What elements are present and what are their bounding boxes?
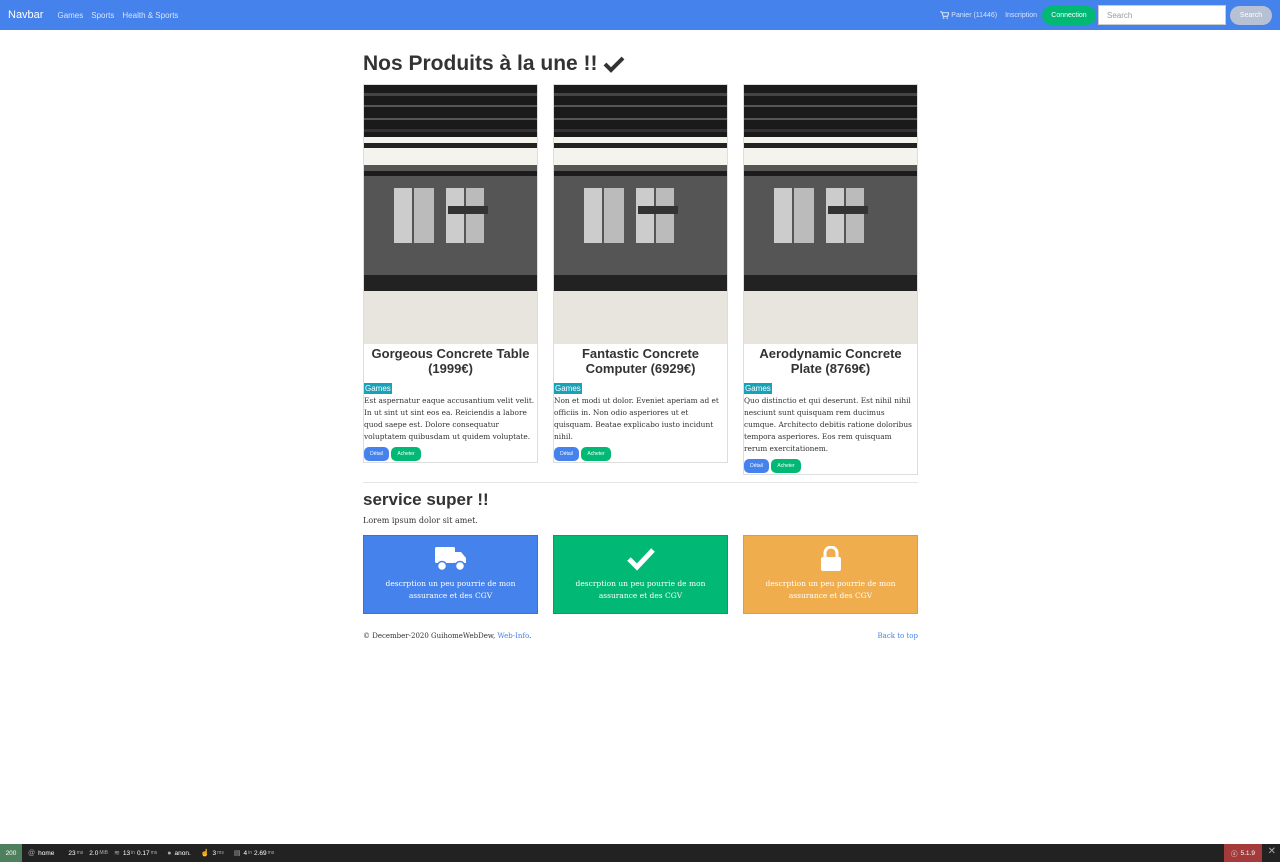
- footer-copyright: © December-2020 GuihomeWebDew, Web-Info.: [363, 632, 531, 640]
- user-item[interactable]: ● anon.: [167, 850, 191, 857]
- at-icon: @: [28, 849, 36, 857]
- search-input[interactable]: Search: [1098, 5, 1226, 25]
- services-title: service super !!: [363, 490, 489, 509]
- service-text: descrption un peu pourrie de mon assuran…: [575, 579, 706, 600]
- twig-in: in: [131, 850, 135, 856]
- product-image: [364, 85, 537, 344]
- inscription-link[interactable]: Inscription: [1005, 12, 1037, 19]
- close-icon[interactable]: ✕: [1268, 846, 1276, 857]
- db-value: 4: [243, 849, 248, 857]
- product-card: Gorgeous Concrete Table (1999€) Games Es…: [363, 84, 538, 463]
- buy-button[interactable]: Acheter: [771, 459, 801, 473]
- buy-button[interactable]: Acheter: [581, 447, 611, 461]
- twig-unit: ms: [150, 850, 158, 856]
- detail-button[interactable]: Détail: [554, 447, 579, 461]
- card-actions: Détail Acheter: [364, 447, 537, 461]
- layers-icon: ≋: [113, 850, 120, 857]
- navbar-brand[interactable]: Navbar: [8, 9, 43, 21]
- category-badge: Games: [744, 383, 772, 394]
- db-unit: ms: [267, 850, 275, 856]
- check-icon: [603, 56, 624, 73]
- symfony-icon: ⓢ: [1231, 851, 1238, 858]
- product-description: Quo distinctio et qui deserunt. Est nihi…: [744, 396, 912, 453]
- page-title-text: Nos Produits à la une !!: [363, 52, 598, 75]
- status-code[interactable]: 200: [0, 844, 22, 862]
- card-actions: Détail Acheter: [744, 459, 917, 473]
- nav-link-sports[interactable]: Sports: [91, 11, 114, 20]
- web-info-link[interactable]: Web-Info: [498, 632, 530, 640]
- detail-button[interactable]: Détail: [364, 447, 389, 461]
- database-icon: ▤: [233, 850, 241, 857]
- footer-period: .: [529, 632, 532, 640]
- navbar-right: Panier (11446) Inscription Connection Se…: [940, 4, 1272, 26]
- product-image: [744, 85, 917, 344]
- hand-icon: ☝: [200, 850, 210, 857]
- db-item[interactable]: ▤ 4 in 2.69 ms: [233, 849, 275, 858]
- category-badge: Games: [554, 383, 582, 394]
- events-value: 3: [212, 849, 217, 857]
- user-icon: ●: [167, 849, 172, 857]
- nav-link-games[interactable]: Games: [57, 11, 83, 20]
- db-time: 2.69: [253, 849, 267, 857]
- service-box-delivery: descrption un peu pourrie de mon assuran…: [363, 535, 538, 614]
- route-label: home: [38, 849, 55, 857]
- memory-item[interactable]: 2.0 MiB: [89, 850, 108, 857]
- copyright-text: © December-2020 GuihomeWebDew,: [363, 632, 496, 640]
- service-text: descrption un peu pourrie de mon assuran…: [385, 579, 516, 600]
- product-description: Non et modi ut dolor. Eveniet aperiam ad…: [554, 396, 719, 441]
- product-description: Est aspernatur eaque accusantium velit v…: [364, 396, 535, 441]
- twig-value: 13: [122, 849, 131, 857]
- version-label: 5.1.9: [1240, 849, 1255, 857]
- product-card: Aerodynamic Concrete Plate (8769€) Games…: [743, 84, 918, 475]
- twig-time: 0.17: [136, 849, 150, 857]
- search-button[interactable]: Search: [1230, 5, 1272, 25]
- check-icon: [626, 548, 655, 571]
- card-actions: Détail Acheter: [554, 447, 727, 461]
- product-image: [554, 85, 727, 344]
- navbar: Navbar Games Sports Health & Sports Pani…: [0, 0, 1280, 30]
- page-title: Nos Produits à la une !!: [363, 52, 625, 76]
- section-divider: [363, 482, 918, 483]
- service-box-guarantee: descrption un peu pourrie de mon assuran…: [553, 535, 728, 614]
- product-title: Aerodynamic Concrete Plate (8769€): [759, 346, 902, 376]
- time-value: 23: [68, 849, 76, 857]
- product-card: Fantastic Concrete Computer (6929€) Game…: [553, 84, 728, 463]
- twig-item[interactable]: ≋ 13 in 0.17 ms: [113, 849, 158, 858]
- product-title: Fantastic Concrete Computer (6929€): [581, 346, 700, 376]
- truck-icon: [434, 547, 466, 572]
- user-label: anon.: [174, 849, 191, 857]
- product-title: Gorgeous Concrete Table (1999€): [371, 346, 530, 376]
- cart-label: Panier (11446): [951, 11, 998, 19]
- services-subtitle: Lorem ipsum dolor sit amet.: [363, 516, 478, 525]
- time-unit: ms: [76, 850, 84, 856]
- nav-link-health-sports[interactable]: Health & Sports: [122, 11, 178, 20]
- connection-button[interactable]: Connection: [1042, 5, 1096, 25]
- route-item[interactable]: @ home: [28, 850, 54, 857]
- cart-link[interactable]: Panier (11446): [940, 11, 997, 19]
- shopping-cart-icon: [940, 11, 950, 19]
- service-text: descrption un peu pourrie de mon assuran…: [765, 579, 896, 600]
- time-item[interactable]: 23 ms: [68, 850, 83, 857]
- memory-value: 2.0: [89, 849, 99, 857]
- events-item[interactable]: ☝ 3 ms: [200, 849, 224, 858]
- service-box-security: descrption un peu pourrie de mon assuran…: [743, 535, 918, 614]
- detail-button[interactable]: Détail: [744, 459, 769, 473]
- category-badge: Games: [364, 383, 392, 394]
- back-to-top-link[interactable]: Back to top: [878, 632, 918, 640]
- debug-toolbar: 200 @ home 23 ms 2.0 MiB ≋ 13 in 0.17 ms ● anon.…: [0, 844, 1280, 862]
- buy-button[interactable]: Acheter: [391, 447, 421, 461]
- events-unit: ms: [217, 850, 224, 856]
- memory-unit: MiB: [99, 850, 108, 856]
- symfony-version[interactable]: ⓢ 5.1.9: [1224, 844, 1262, 862]
- db-in: in: [248, 850, 252, 856]
- lock-icon: [820, 546, 841, 571]
